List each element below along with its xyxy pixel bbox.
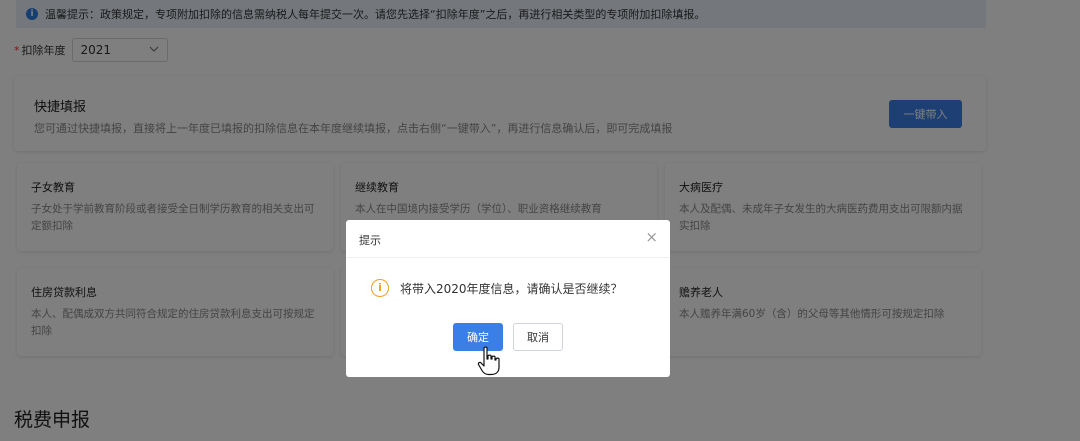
dialog-divider [346, 257, 670, 258]
dialog-title: 提示 [359, 234, 381, 247]
confirm-dialog: 提示 × i 将带入2020年度信息，请确认是否继续？ 确定 取消 [346, 220, 670, 377]
dialog-message: 将带入2020年度信息，请确认是否继续？ [400, 282, 623, 296]
warning-icon: i [371, 279, 389, 297]
close-icon[interactable]: × [645, 228, 658, 246]
cancel-button[interactable]: 取消 [513, 323, 563, 351]
hand-pointer-icon [476, 346, 502, 380]
